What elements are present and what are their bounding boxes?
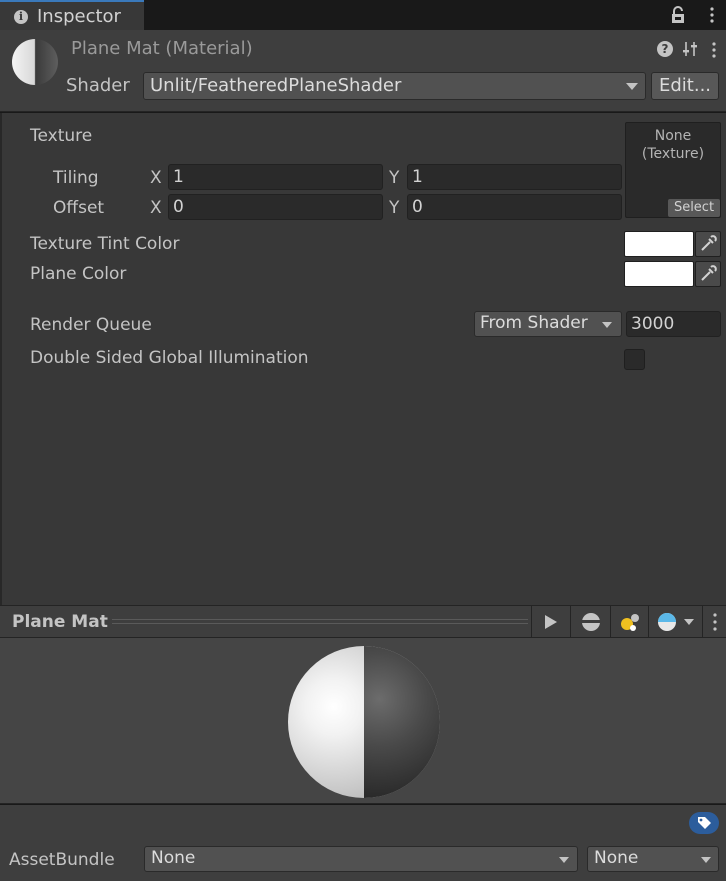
preview-toolbar: Plane Mat <box>0 605 726 638</box>
help-icon[interactable]: ? <box>657 41 673 57</box>
assetbundle-variant-dropdown[interactable]: None <box>587 846 719 872</box>
render-queue-mode-dropdown[interactable]: From Shader <box>474 311 622 337</box>
tiling-label: Tiling <box>53 168 99 188</box>
preview-light-button[interactable] <box>610 606 648 637</box>
kebab-menu-icon <box>713 613 717 631</box>
material-properties: Texture Tiling X 1 Y 1 Offset X 0 Y 0 No… <box>0 113 726 605</box>
offset-y-axis-label: Y <box>389 198 400 218</box>
preview-menu-button[interactable] <box>702 606 726 637</box>
chevron-down-icon <box>559 857 569 863</box>
light-icon <box>621 614 639 631</box>
render-queue-mode: From Shader <box>480 313 588 333</box>
tiling-x-axis-label: X <box>150 168 162 188</box>
tiling-y-axis-label: Y <box>389 168 400 188</box>
preview-skybox-dropdown[interactable] <box>648 606 702 637</box>
plane-color-label: Plane Color <box>30 264 127 284</box>
material-preview[interactable] <box>0 638 726 804</box>
offset-x-field[interactable]: 0 <box>168 194 383 220</box>
material-thumbnail <box>12 39 58 85</box>
lock-icon[interactable] <box>670 6 686 24</box>
shader-value: Unlit/FeatheredPlaneShader <box>150 75 402 96</box>
offset-x-axis-label: X <box>150 198 162 218</box>
preview-sphere-shadow-half <box>364 646 440 798</box>
double-sided-gi-checkbox[interactable] <box>624 349 645 370</box>
offset-y-field[interactable]: 0 <box>407 194 622 220</box>
play-button[interactable] <box>531 606 569 637</box>
plane-color-swatch[interactable] <box>624 261 694 287</box>
texture-slot[interactable]: None (Texture) Select <box>625 122 721 218</box>
tab-strip: i Inspector <box>0 0 726 31</box>
tiling-y-field[interactable]: 1 <box>407 164 622 190</box>
kebab-menu-icon[interactable] <box>709 7 715 23</box>
preview-mesh-button[interactable] <box>570 606 610 637</box>
preview-drag-handle[interactable] <box>112 619 528 624</box>
double-sided-gi-label: Double Sided Global Illumination <box>30 348 309 368</box>
chevron-down-icon <box>701 857 711 863</box>
eyedropper-icon[interactable] <box>695 261 721 287</box>
preview-sphere <box>288 646 440 798</box>
edit-shader-button[interactable]: Edit... <box>651 72 719 100</box>
chevron-down-icon <box>684 619 694 625</box>
kebab-menu-icon[interactable] <box>711 42 717 58</box>
assetbundle-label: AssetBundle <box>9 850 115 870</box>
tiling-x-field[interactable]: 1 <box>168 164 383 190</box>
render-queue-field[interactable]: 3000 <box>626 311 721 337</box>
assetbundle-name-dropdown[interactable]: None <box>144 846 578 872</box>
tint-color-swatch[interactable] <box>624 231 694 257</box>
texture-label: Texture <box>30 126 93 146</box>
texture-select-button[interactable]: Select <box>668 199 720 217</box>
shader-label: Shader <box>66 75 130 96</box>
texture-none-label: None (Texture) <box>641 128 705 162</box>
render-queue-label: Render Queue <box>30 315 152 335</box>
asset-footer: AssetBundle None None <box>0 805 726 881</box>
sphere-mesh-icon <box>581 613 601 631</box>
preview-title: Plane Mat <box>12 612 108 632</box>
tint-color-label: Texture Tint Color <box>30 234 180 254</box>
presets-icon[interactable] <box>682 41 698 57</box>
material-title: Plane Mat (Material) <box>71 38 253 59</box>
shader-dropdown[interactable]: Unlit/FeatheredPlaneShader <box>143 72 646 100</box>
material-header: Plane Mat (Material) ? Shader Unlit/Feat… <box>0 30 726 112</box>
tab-label: Inspector <box>37 6 121 27</box>
assetbundle-variant-value: None <box>594 848 639 868</box>
assetbundle-name-value: None <box>151 848 196 868</box>
offset-label: Offset <box>53 198 105 218</box>
tag-icon[interactable] <box>689 812 719 834</box>
tab-inspector[interactable]: i Inspector <box>0 0 144 31</box>
chevron-down-icon <box>602 322 612 328</box>
skybox-sphere-icon <box>658 613 676 631</box>
eyedropper-icon[interactable] <box>695 231 721 257</box>
chevron-down-icon <box>626 83 638 90</box>
play-icon <box>545 615 557 629</box>
info-icon: i <box>14 10 28 24</box>
